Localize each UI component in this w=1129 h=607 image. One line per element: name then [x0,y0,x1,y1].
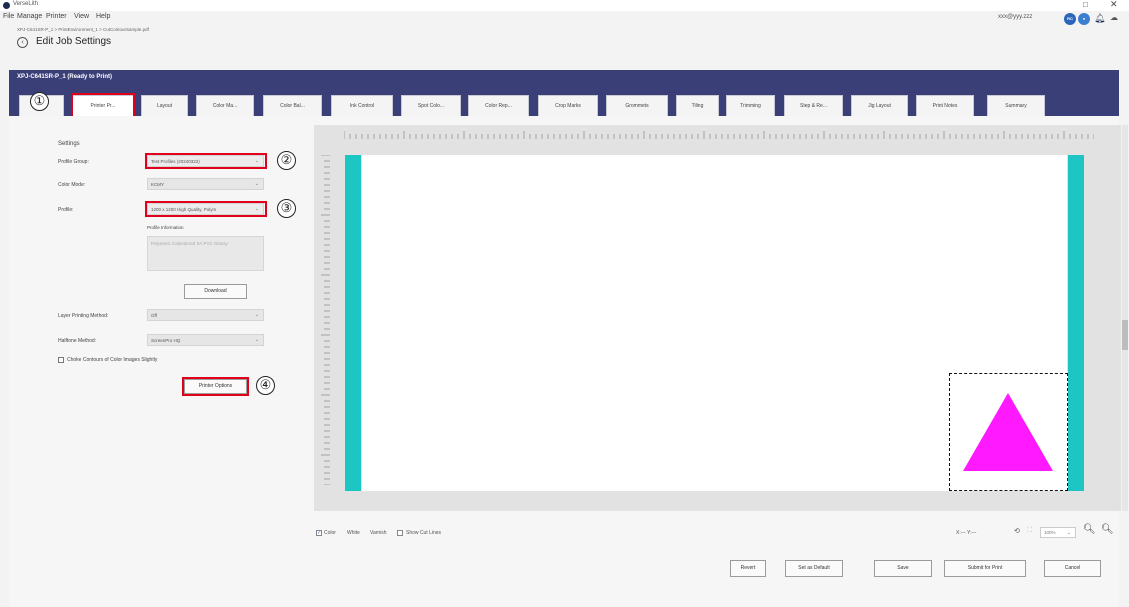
chevron-down-icon: ⌄ [254,337,259,343]
zoom-value: 100% [1044,530,1056,535]
color-mode-value: KCMY [151,182,165,187]
profile-info-label: Profile Information [147,225,184,230]
user-avatar-icon[interactable]: RC [1064,13,1076,25]
white-option-label[interactable]: White [347,530,360,536]
user-email[interactable]: xxx@yyy.zzz [998,14,1032,20]
menu-file[interactable]: File [3,13,14,20]
app-title: VerseLith [13,1,39,7]
show-cut-lines-checkbox[interactable] [397,530,403,536]
show-cut-lines-label: Show Cut Lines [406,530,442,536]
coordinate-readout: X:--- Y:--- [956,530,977,536]
choke-contours-checkbox[interactable] [58,357,64,363]
settings-heading: Settings [58,141,80,147]
chevron-down-icon: ⌄ [254,181,259,187]
zoom-in-icon[interactable]: 🔍︎ [1101,524,1114,535]
color-mode-label: Color Mode: [58,182,86,188]
printer-status: XPJ-C641SR-P_1 (Ready to Print) [17,74,113,80]
restore-window-icon[interactable]: □ [1083,0,1088,9]
profile-info-text: Polymeric Calendered SA PVC Glossy [147,236,264,271]
tab-crop-marks[interactable]: Crop Marks [538,95,598,116]
highlight-printer-options [182,377,249,396]
color-checkbox[interactable]: ✓ [316,530,322,536]
breadcrumb: XPJ-C641SR-P_1 > PrintEnvironment_1 > Cu… [17,27,149,32]
menu-view[interactable]: View [74,13,89,20]
left-ruler [321,155,330,485]
halftone-label: Halftone Method: [58,338,97,344]
profile-label: Profile: [58,207,74,213]
page-title: Edit Job Settings [36,36,112,47]
menu-printer[interactable]: Printer [46,13,67,20]
fit-view-icon[interactable]: ⛶ [1027,527,1032,535]
layer-method-select[interactable]: Off ⌄ [147,309,264,321]
cancel-button[interactable]: Cancel [1044,560,1101,577]
halftone-select[interactable]: ScreenPro HQ ⌄ [147,334,264,346]
reset-view-icon[interactable]: ⟲ [1014,527,1020,535]
revert-button[interactable]: Revert [730,560,766,577]
callout-1: ① [30,92,49,111]
menu-help[interactable]: Help [96,13,110,20]
scroll-thumb[interactable] [1122,320,1128,350]
layer-method-label: Layer Printing Method: [58,313,109,319]
tab-tiling[interactable]: Tiling [676,95,719,116]
tab-spot-color[interactable]: Spot Colo... [401,95,461,116]
highlight-profile-group [145,153,267,169]
zoom-select[interactable]: 100% ⌄ [1040,527,1076,538]
vertical-scrollbar[interactable] [1122,125,1128,511]
callout-4: ④ [256,376,275,395]
callout-3: ③ [277,199,296,218]
back-button[interactable]: ‹ [17,37,28,48]
callout-2: ② [277,151,296,170]
tab-jig-layout[interactable]: Jig Layout [851,95,908,116]
tab-step-repeat[interactable]: Step & Re... [784,95,843,116]
account-status-icon[interactable]: ● [1078,13,1090,25]
top-ruler [344,131,1094,139]
cloud-icon[interactable]: ☁ [1110,13,1118,22]
tab-ink-control[interactable]: Ink Control [331,95,393,116]
tab-trimming[interactable]: Trimming [726,95,775,116]
tab-summary[interactable]: Summary [987,95,1045,116]
layer-method-value: Off [151,313,157,318]
app-logo-icon [3,2,10,9]
menu-manage[interactable]: Manage [17,13,42,20]
highlight-profile [145,201,267,217]
tab-color-replacement[interactable]: Color Rep... [468,95,529,116]
title-bar [0,0,1129,11]
profile-group-label: Profile Group: [58,159,89,165]
close-window-icon[interactable]: ✕ [1110,0,1118,10]
tab-print-notes[interactable]: Print Notes [916,95,974,116]
zoom-out-icon[interactable]: 🔍︎ [1083,524,1096,535]
bell-icon[interactable]: 🔔︎ [1094,13,1105,24]
set-default-button[interactable]: Set as Default [785,560,843,577]
media-edge-left [345,155,361,491]
download-button[interactable]: Download [184,284,247,299]
choke-contours-label: Choke Contours of Color Images Slightly [67,357,158,363]
halftone-value: ScreenPro HQ [151,338,181,343]
tab-color-balance[interactable]: Color Bal... [263,95,322,116]
varnish-option-label[interactable]: Varnish [370,530,387,536]
highlight-printer-profile-tab [71,93,135,118]
submit-for-print-button[interactable]: Submit for Print [944,560,1026,577]
magenta-triangle [963,393,1053,471]
color-mode-select[interactable]: KCMY ⌄ [147,178,264,190]
tab-layout[interactable]: Layout [141,95,188,116]
color-option-label: Color [324,530,336,536]
menu-bar: File Manage Printer View Help [0,12,1129,24]
chevron-down-icon: ⌄ [1066,530,1071,536]
chevron-down-icon: ⌄ [254,312,259,318]
tab-grommets[interactable]: Grommets [606,95,668,116]
media-edge-right [1068,155,1084,491]
tab-color-management[interactable]: Color Ma... [196,95,254,116]
save-button[interactable]: Save [874,560,932,577]
